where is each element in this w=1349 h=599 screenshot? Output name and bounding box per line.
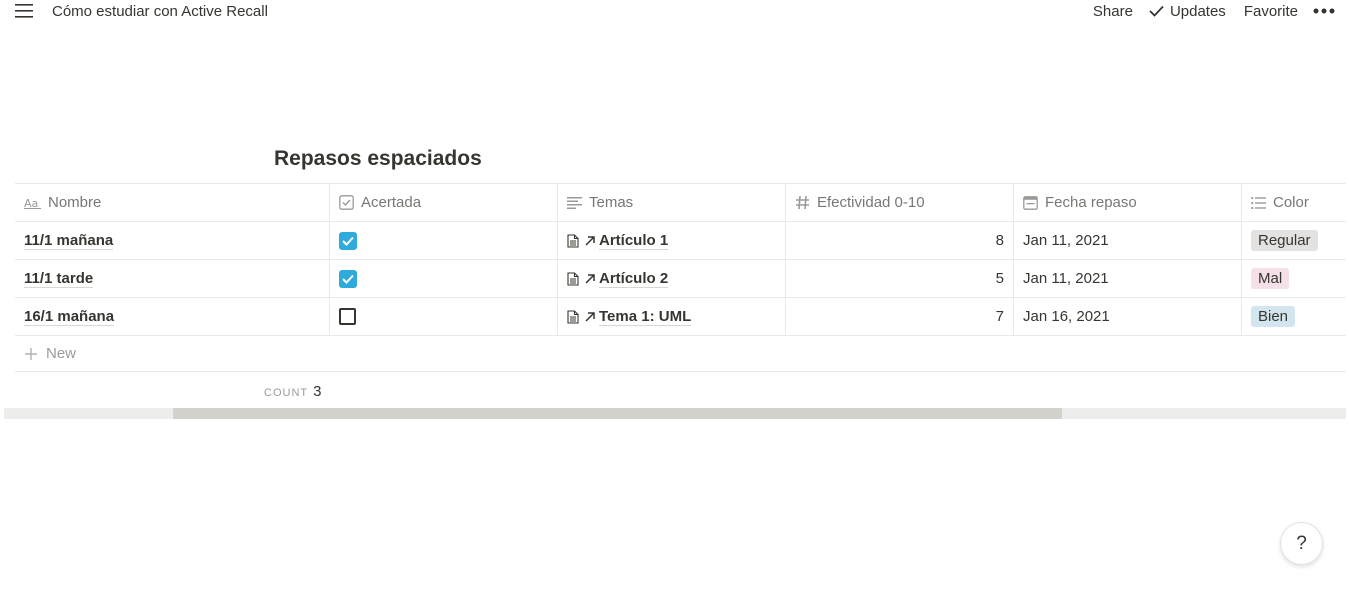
arrow-up-right-icon — [584, 235, 596, 247]
column-label: Efectividad 0-10 — [817, 194, 925, 211]
relation-link[interactable]: Tema 1: UML — [567, 307, 692, 326]
cell-color[interactable]: Regular — [1242, 222, 1346, 259]
updates-button[interactable]: Updates — [1149, 3, 1226, 20]
column-header-efectividad[interactable]: Efectividad 0-10 — [786, 184, 1014, 221]
help-button[interactable]: ? — [1280, 522, 1323, 565]
relation-label: Artículo 1 — [599, 231, 669, 250]
text-aa-icon: Aa — [24, 196, 41, 209]
cell-nombre[interactable]: 11/1 mañana — [15, 222, 330, 259]
page-icon — [567, 309, 579, 324]
column-header-nombre[interactable]: Aa Nombre — [15, 184, 330, 221]
database-title[interactable]: Repasos espaciados — [274, 147, 482, 171]
cell-fecha[interactable]: Jan 16, 2021 — [1014, 298, 1242, 335]
select-tag: Bien — [1251, 306, 1296, 327]
more-horizontal-icon[interactable] — [1313, 8, 1335, 14]
row-name[interactable]: 11/1 mañana — [24, 232, 114, 250]
relation-link[interactable]: Artículo 1 — [567, 231, 669, 250]
cell-efectividad[interactable]: 8 — [786, 222, 1014, 259]
topbar-actions: Share Updates Favorite — [1093, 0, 1335, 22]
column-label: Nombre — [48, 194, 102, 211]
cell-efectividad[interactable]: 5 — [786, 260, 1014, 297]
lines-icon — [567, 196, 582, 209]
checkbox-checked[interactable] — [339, 269, 357, 288]
database-table: Aa Nombre Acertada Temas Efectividad 0-1… — [15, 183, 1346, 372]
cell-nombre[interactable]: 16/1 mañana — [15, 298, 330, 335]
select-tag: Regular — [1251, 230, 1318, 251]
updates-label: Updates — [1169, 2, 1226, 20]
table-header: Aa Nombre Acertada Temas Efectividad 0-1… — [15, 183, 1346, 222]
table-row[interactable]: 11/1 mañana Artículo 1 8 Jan 11, 2021 Re… — [15, 222, 1346, 260]
arrow-up-right-icon — [584, 273, 596, 285]
column-header-color[interactable]: Color — [1242, 184, 1346, 221]
scrollbar-thumb[interactable] — [173, 408, 1062, 419]
count-calculation[interactable]: COUNT 3 — [264, 383, 321, 400]
row-name[interactable]: 11/1 tarde — [24, 270, 94, 288]
new-row-button[interactable]: New — [15, 336, 1346, 372]
table-row[interactable]: 11/1 tarde Artículo 2 5 Jan 11, 2021 Mal — [15, 260, 1346, 298]
hamburger-menu-icon[interactable] — [12, 0, 36, 22]
cell-fecha[interactable]: Jan 11, 2021 — [1014, 222, 1242, 259]
relation-label: Artículo 2 — [599, 269, 669, 288]
list-icon — [1251, 196, 1266, 209]
relation-label: Tema 1: UML — [599, 307, 692, 326]
page-icon — [567, 271, 579, 286]
date-value: Jan 16, 2021 — [1023, 308, 1110, 325]
effectiveness-value: 8 — [995, 232, 1004, 249]
page-icon — [567, 233, 579, 248]
column-label: Acertada — [361, 194, 422, 211]
checkbox-unchecked[interactable] — [339, 308, 356, 325]
new-label: New — [46, 345, 77, 362]
cell-acertada[interactable] — [330, 298, 558, 335]
count-label: COUNT — [264, 387, 309, 399]
cell-efectividad[interactable]: 7 — [786, 298, 1014, 335]
cell-color[interactable]: Bien — [1242, 298, 1346, 335]
date-value: Jan 11, 2021 — [1023, 270, 1109, 287]
hash-icon — [795, 195, 810, 210]
cell-temas[interactable]: Artículo 2 — [558, 260, 786, 297]
breadcrumb-page-title[interactable]: Cómo estudiar con Active Recall — [52, 3, 268, 20]
plus-icon — [25, 347, 37, 360]
column-label: Fecha repaso — [1045, 194, 1137, 211]
svg-text:Aa: Aa — [24, 197, 38, 209]
cell-nombre[interactable]: 11/1 tarde — [15, 260, 330, 297]
column-label: Temas — [589, 194, 634, 211]
column-header-temas[interactable]: Temas — [558, 184, 786, 221]
favorite-button[interactable]: Favorite — [1244, 3, 1298, 20]
cell-temas[interactable]: Artículo 1 — [558, 222, 786, 259]
check-icon — [1149, 5, 1164, 17]
cell-temas[interactable]: Tema 1: UML — [558, 298, 786, 335]
column-label: Color — [1273, 194, 1309, 211]
count-value: 3 — [313, 383, 322, 400]
top-bar: Cómo estudiar con Active Recall Share Up… — [0, 0, 1349, 24]
cell-acertada[interactable] — [330, 260, 558, 297]
table-row[interactable]: 16/1 mañana Tema 1: UML 7 Jan 16, 2021 B… — [15, 298, 1346, 336]
relation-link[interactable]: Artículo 2 — [567, 269, 669, 288]
checkbox-checked[interactable] — [339, 231, 357, 250]
calendar-icon — [1023, 195, 1038, 210]
arrow-up-right-icon — [584, 311, 596, 323]
effectiveness-value: 5 — [995, 270, 1004, 287]
column-header-fecha[interactable]: Fecha repaso — [1014, 184, 1242, 221]
select-tag: Mal — [1251, 268, 1290, 289]
effectiveness-value: 7 — [995, 308, 1004, 325]
checkbox-icon — [339, 195, 354, 210]
cell-color[interactable]: Mal — [1242, 260, 1346, 297]
row-name[interactable]: 16/1 mañana — [24, 308, 115, 326]
date-value: Jan 11, 2021 — [1023, 232, 1109, 249]
cell-acertada[interactable] — [330, 222, 558, 259]
share-button[interactable]: Share — [1093, 3, 1133, 20]
cell-fecha[interactable]: Jan 11, 2021 — [1014, 260, 1242, 297]
horizontal-scrollbar[interactable] — [4, 408, 1346, 419]
column-header-acertada[interactable]: Acertada — [330, 184, 558, 221]
